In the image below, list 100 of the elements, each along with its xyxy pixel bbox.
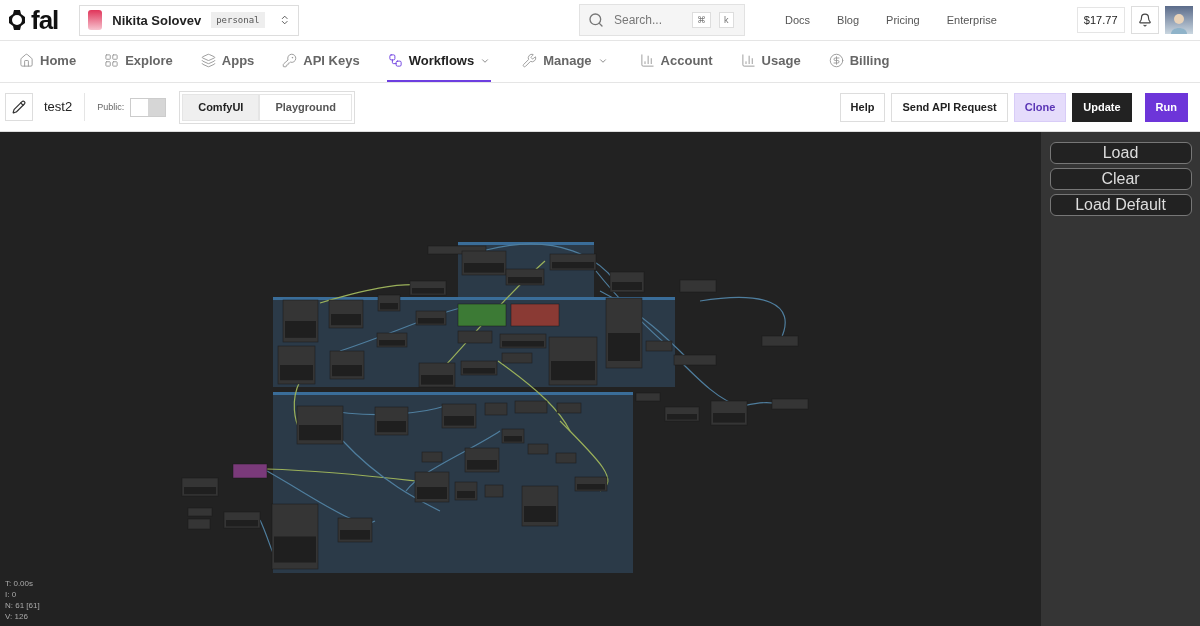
- nav-tab[interactable]: Explore: [103, 41, 174, 82]
- graph-node[interactable]: [223, 511, 261, 529]
- workflow-name: test2: [44, 93, 86, 121]
- graph-node[interactable]: [464, 447, 500, 473]
- graph-node[interactable]: [510, 303, 560, 327]
- pencil-icon: [12, 100, 26, 114]
- brand-name: fal: [31, 4, 59, 36]
- graph-node[interactable]: [409, 280, 447, 296]
- graph-node[interactable]: [555, 452, 577, 464]
- wrench-icon: [522, 53, 538, 68]
- top-link[interactable]: Pricing: [886, 14, 920, 26]
- graph-node[interactable]: [710, 400, 748, 426]
- graph-node[interactable]: [329, 350, 365, 380]
- toolbar-button[interactable]: Send API Request: [891, 92, 1008, 122]
- graph-node[interactable]: [282, 299, 319, 343]
- bar-chart-icon: [740, 53, 756, 68]
- home-icon: [19, 53, 34, 68]
- graph-node[interactable]: [484, 402, 508, 416]
- graph-node[interactable]: [461, 250, 507, 276]
- graph-node[interactable]: [549, 253, 597, 271]
- nav-tab[interactable]: Home: [18, 41, 78, 82]
- view-tab[interactable]: ComfyUI: [182, 93, 260, 121]
- nav-tab[interactable]: Usage: [739, 41, 802, 82]
- balance-label: $17.77: [1076, 7, 1125, 33]
- graph-node[interactable]: [277, 345, 316, 385]
- edit-button[interactable]: [5, 93, 33, 121]
- stats-line: V: 126: [5, 612, 29, 622]
- graph-node[interactable]: [457, 330, 493, 344]
- workflow-icon: [387, 53, 403, 68]
- graph-node[interactable]: [296, 405, 344, 445]
- graph-node[interactable]: [376, 332, 408, 348]
- nav-tab[interactable]: Billing: [827, 41, 891, 82]
- key-icon: [282, 53, 298, 68]
- bell-icon: [1137, 13, 1152, 27]
- notifications-button[interactable]: [1130, 6, 1159, 34]
- bar-chart-icon: [639, 53, 655, 68]
- stats-line: N: 61 [61]: [5, 601, 40, 611]
- graph-node[interactable]: [232, 463, 268, 479]
- graph-node[interactable]: [441, 403, 477, 429]
- graph-node[interactable]: [527, 443, 549, 455]
- nav-tab[interactable]: Apps: [199, 41, 256, 82]
- user-avatar[interactable]: [1164, 6, 1193, 34]
- graph-node[interactable]: [418, 362, 456, 388]
- graph-node[interactable]: [771, 398, 809, 410]
- graph-node[interactable]: [605, 297, 643, 369]
- account-badge: personal: [211, 12, 265, 28]
- graph-node[interactable]: [484, 484, 504, 498]
- graph-node[interactable]: [271, 503, 319, 570]
- graph-node[interactable]: [427, 245, 487, 255]
- shortcut-key: ⌘: [692, 12, 711, 28]
- graph-node[interactable]: [645, 340, 673, 352]
- menu-button[interactable]: Load Default: [1049, 194, 1192, 216]
- toolbar-button[interactable]: Update: [1072, 92, 1132, 122]
- graph-node[interactable]: [454, 481, 478, 501]
- layers-icon: [200, 53, 216, 68]
- graph-node[interactable]: [673, 354, 717, 366]
- menu-button[interactable]: Load: [1049, 142, 1192, 164]
- toolbar-button[interactable]: Help: [839, 92, 886, 122]
- graph-node[interactable]: [328, 299, 364, 329]
- graph-node[interactable]: [521, 485, 559, 527]
- nav-tab[interactable]: API Keys: [281, 41, 361, 82]
- graph-node[interactable]: [414, 471, 450, 503]
- public-label: Public:: [97, 102, 125, 112]
- stats-line: I: 0: [5, 590, 18, 600]
- account-switcher[interactable]: Nikita Solovev personal: [79, 4, 299, 36]
- graph-node[interactable]: [501, 352, 533, 364]
- search-input[interactable]: Search...: [612, 12, 684, 28]
- top-link[interactable]: Docs: [785, 14, 811, 26]
- nav-tab[interactable]: Workflows: [386, 41, 492, 82]
- nav-tab[interactable]: Account: [638, 41, 714, 82]
- graph-node[interactable]: [377, 294, 401, 312]
- graph-node[interactable]: [499, 333, 547, 349]
- graph-node[interactable]: [761, 335, 799, 347]
- graph-node[interactable]: [415, 310, 447, 326]
- nav-tab[interactable]: Manage: [521, 41, 609, 82]
- graph-node[interactable]: [556, 402, 582, 414]
- toolbar-button[interactable]: Clone: [1013, 92, 1067, 122]
- dollar-icon: [828, 53, 844, 68]
- grid-icon: [104, 53, 120, 68]
- menu-button[interactable]: Clear: [1049, 168, 1192, 190]
- graph-node[interactable]: [609, 271, 645, 293]
- graph-node[interactable]: [548, 336, 598, 386]
- graph-node[interactable]: [505, 268, 545, 286]
- top-link[interactable]: Enterprise: [946, 14, 997, 26]
- graph-node[interactable]: [574, 476, 608, 492]
- view-tab[interactable]: Playground: [259, 93, 352, 121]
- graph-node[interactable]: [514, 400, 548, 414]
- search-icon: [588, 12, 604, 28]
- logo-icon: [6, 9, 28, 31]
- toolbar-button[interactable]: Run: [1144, 92, 1188, 122]
- graph-node[interactable]: [421, 451, 443, 463]
- graph-node[interactable]: [337, 517, 373, 543]
- account-avatar: [88, 10, 103, 30]
- graph-node[interactable]: [374, 406, 409, 436]
- top-link[interactable]: Blog: [837, 14, 860, 26]
- graph-node[interactable]: [457, 303, 507, 327]
- shortcut-key: k: [719, 12, 734, 28]
- graph-node[interactable]: [501, 428, 525, 444]
- public-toggle[interactable]: [130, 97, 167, 117]
- graph-node[interactable]: [460, 360, 498, 376]
